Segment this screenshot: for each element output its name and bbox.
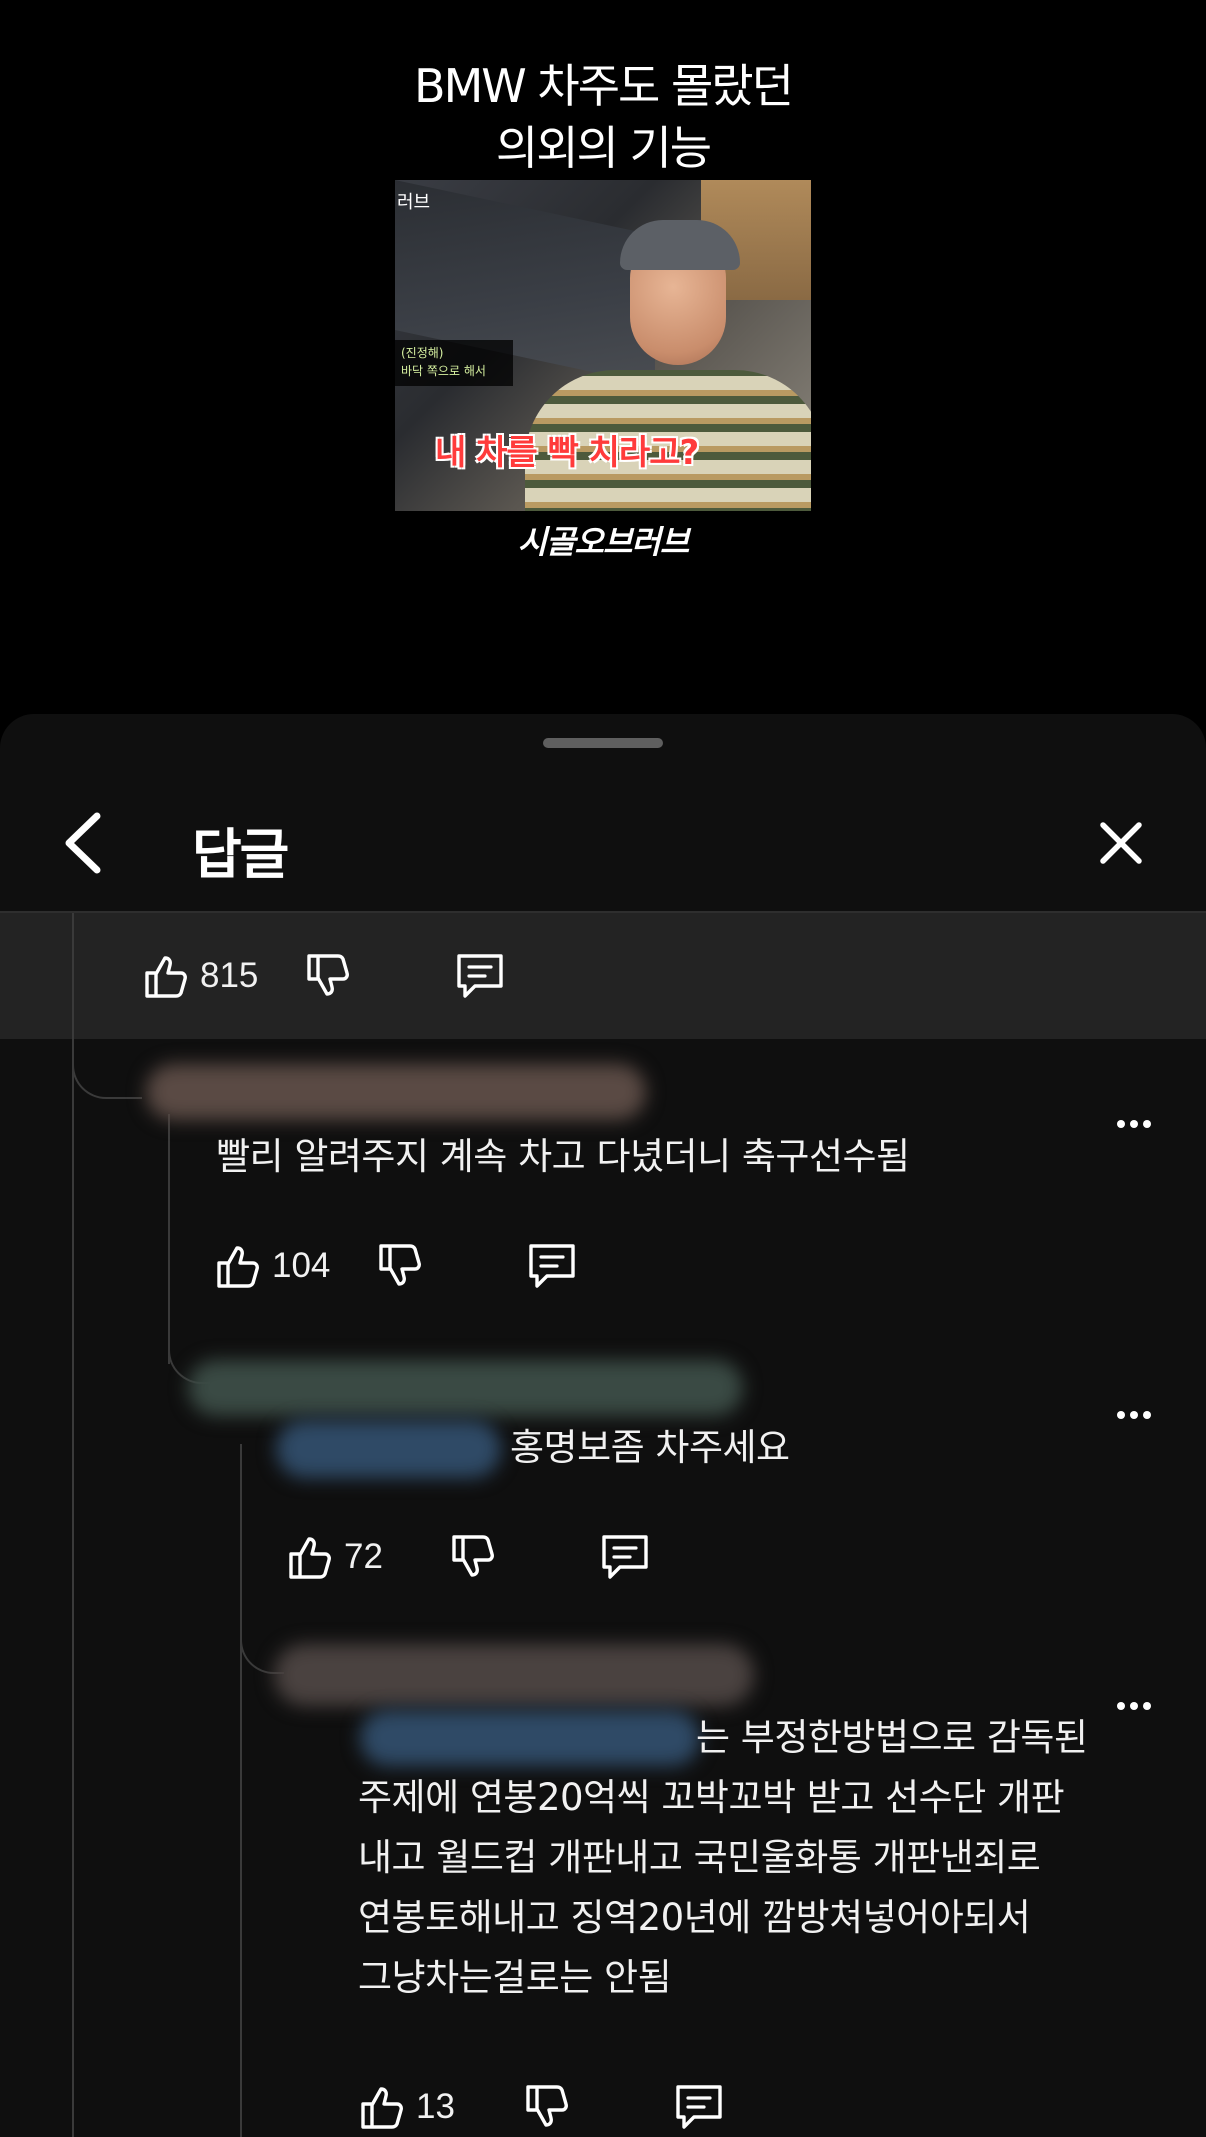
blurred-username <box>274 1644 754 1706</box>
blurred-username <box>188 1360 743 1416</box>
frame-subtitle: 내 차를 빡 치라고? <box>435 433 699 473</box>
like-count: 13 <box>416 2087 455 2126</box>
frame-caption: (진정해) 바닥 쪽으로 해서 <box>395 340 513 386</box>
thumbs-down-icon <box>526 2085 568 2127</box>
reply-button[interactable] <box>454 946 506 1006</box>
video-player[interactable]: BMW 차주도 몰랐던 의외의 기능 러브 (진정해) 바닥 쪽으로 해서 내 … <box>0 0 1206 714</box>
comment-icon <box>457 954 504 998</box>
channel-watermark: 시골오브러브 <box>517 523 690 561</box>
more-options-button[interactable] <box>1106 1395 1162 1435</box>
like-button[interactable]: 815 <box>142 946 258 1006</box>
dislike-button[interactable] <box>304 946 352 1006</box>
reply-button[interactable] <box>673 2077 725 2137</box>
thumbs-up-icon <box>361 2087 403 2129</box>
more-horizontal-icon <box>1117 1702 1151 1710</box>
reply-action-row: 104 <box>214 1236 578 1296</box>
frame-person-cap <box>620 220 740 270</box>
thumbs-up-icon <box>289 1537 331 1579</box>
sheet-title: 답글 <box>192 823 289 886</box>
reply-text-line-2: 주제에 연봉20억씩 꼬박꼬박 받고 선수단 개판 <box>358 1776 1065 1819</box>
reply-text-line-4: 연봉토해내고 징역20년에 깜방쳐넣어아되서 <box>358 1896 1031 1939</box>
thumbs-up-icon <box>217 1246 259 1288</box>
blurred-mention <box>360 1710 700 1766</box>
video-title-line-1: BMW 차주도 몰랐던 <box>414 59 794 113</box>
thread-connector-1 <box>72 1039 142 1099</box>
more-options-button[interactable] <box>1106 1686 1162 1726</box>
more-options-button[interactable] <box>1106 1104 1162 1144</box>
thread-line-main <box>72 913 74 2137</box>
reply-button[interactable] <box>526 1236 578 1296</box>
like-count: 104 <box>272 1246 331 1285</box>
comment-icon <box>529 1244 576 1288</box>
thumbs-down-icon <box>452 1535 494 1577</box>
more-horizontal-icon <box>1117 1120 1151 1128</box>
frame-logo: 러브 <box>397 192 431 213</box>
close-icon <box>1100 822 1142 864</box>
replies-sheet: 답글 815 빨리 알려주지 계속 차고 다녔더니 축구선수됨 104 홍명보좀… <box>0 714 1206 2137</box>
thread-line-reply-2 <box>240 1444 242 2137</box>
close-button[interactable] <box>1086 808 1156 878</box>
more-horizontal-icon <box>1117 1411 1151 1419</box>
dislike-button[interactable] <box>449 1527 497 1587</box>
reply-text: 빨리 알려주지 계속 차고 다녔더니 축구선수됨 <box>216 1135 910 1178</box>
frame-caption-line-2: 바닥 쪽으로 해서 <box>401 364 486 378</box>
reply-text-line-3: 내고 월드컵 개판내고 국민울화통 개판낸죄로 <box>358 1836 1041 1879</box>
like-count: 815 <box>200 956 259 995</box>
reply-text: 홍명보좀 차주세요 <box>510 1426 790 1469</box>
reply-text-line-1: 는 부정한방법으로 감독된 <box>696 1716 1088 1759</box>
reply-action-row: 13 <box>358 2077 725 2137</box>
dislike-button[interactable] <box>376 1236 424 1296</box>
video-overlay-title: BMW 차주도 몰랐던 의외의 기능 <box>0 55 1206 179</box>
comment-icon <box>676 2085 722 2129</box>
frame-caption-line-1: (진정해) <box>401 346 444 360</box>
back-button[interactable] <box>48 808 118 878</box>
blurred-mention <box>276 1420 501 1478</box>
like-button[interactable]: 104 <box>214 1236 330 1296</box>
thumbs-up-icon <box>145 956 187 998</box>
comment-icon <box>602 1535 648 1579</box>
thumbs-down-icon <box>307 954 350 996</box>
like-button[interactable]: 13 <box>358 2077 455 2137</box>
blurred-username <box>146 1064 646 1120</box>
reply-button[interactable] <box>599 1527 651 1587</box>
like-button[interactable]: 72 <box>286 1527 383 1587</box>
parent-action-row: 815 <box>142 946 506 1006</box>
video-title-line-2: 의외의 기능 <box>495 121 712 175</box>
reply-text-line-5: 그냥차는걸로는 안됨 <box>358 1956 672 1999</box>
like-count: 72 <box>344 1537 383 1576</box>
chevron-left-icon <box>65 812 101 874</box>
dislike-button[interactable] <box>523 2077 571 2137</box>
reply-action-row: 72 <box>286 1527 651 1587</box>
video-frame: 러브 (진정해) 바닥 쪽으로 해서 내 차를 빡 치라고? <box>395 180 811 511</box>
drag-handle[interactable] <box>543 738 663 748</box>
sheet-header: 답글 <box>0 770 1206 912</box>
thumbs-down-icon <box>379 1244 422 1286</box>
